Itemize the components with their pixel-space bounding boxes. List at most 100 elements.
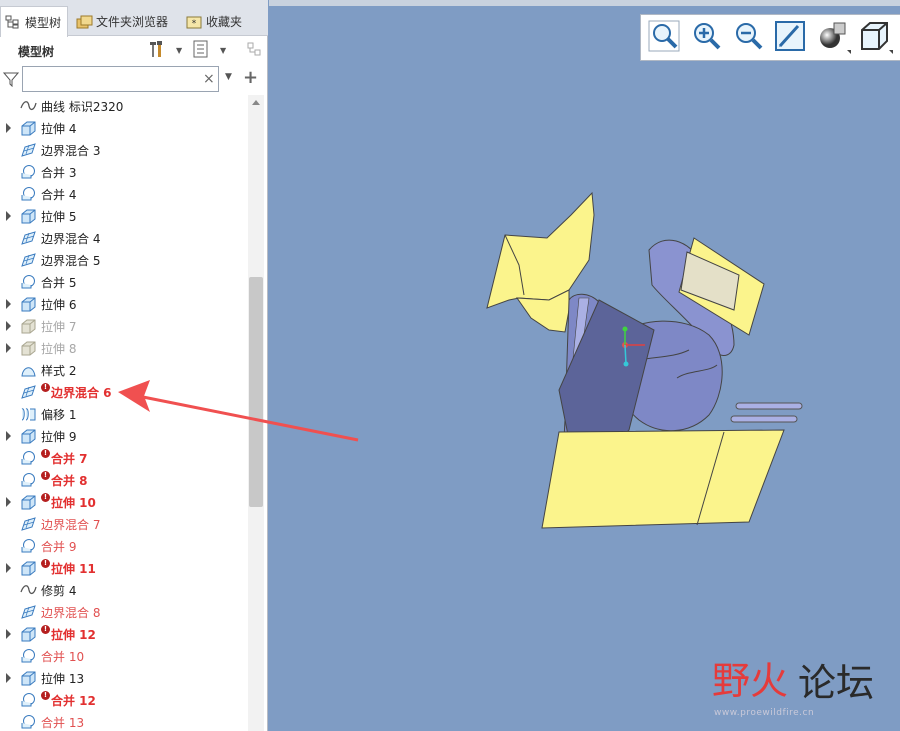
error-icon: ! <box>41 625 50 634</box>
tab-model-tree[interactable]: 模型树 <box>0 6 69 37</box>
expand-arrow-icon[interactable] <box>6 211 11 221</box>
tree-item[interactable]: 边界混合 4 <box>0 227 247 249</box>
boundary-blend-icon <box>20 516 37 532</box>
tree-item-label: 边界混合 4 <box>41 232 101 246</box>
add-icon[interactable]: + <box>243 67 258 88</box>
scroll-up-icon[interactable] <box>252 100 260 105</box>
tree-filter-icon <box>246 40 262 61</box>
chevron-down-icon[interactable]: ▼ <box>225 72 232 82</box>
tree-filter-button[interactable] <box>246 40 262 60</box>
tree-item[interactable]: 偏移 1 <box>0 403 247 425</box>
tree-item[interactable]: ! 拉伸 12 <box>0 623 247 645</box>
tree-item-label: 合并 10 <box>41 650 85 664</box>
chevron-down-icon[interactable] <box>847 49 851 54</box>
extrude-icon <box>20 208 37 224</box>
sketch-view-button[interactable] <box>771 20 809 56</box>
zoom-fit-icon <box>648 20 680 55</box>
merge-icon <box>20 648 37 664</box>
tree-item[interactable]: 曲线 标识2320 <box>0 95 247 117</box>
scroll-thumb[interactable] <box>249 277 263 507</box>
tree-item-label: 拉伸 8 <box>41 342 77 356</box>
tree-item[interactable]: 修剪 4 <box>0 579 247 601</box>
expand-arrow-icon[interactable] <box>6 497 11 507</box>
zoom-out-button[interactable] <box>729 20 767 56</box>
tree-item[interactable]: 合并 10 <box>0 645 247 667</box>
tree-item[interactable]: 拉伸 5 <box>0 205 247 227</box>
panel-tab-bar: 模型树 文件夹浏览器 * 收藏夹 <box>0 0 268 37</box>
tree-item-label: 样式 2 <box>41 364 77 378</box>
tree-item[interactable]: 边界混合 8 <box>0 601 247 623</box>
tree-item-label: 偏移 1 <box>41 408 77 422</box>
error-icon: ! <box>41 691 50 700</box>
error-icon: ! <box>41 559 50 568</box>
tree-item[interactable]: ! 合并 12 <box>0 689 247 711</box>
tree-settings-button[interactable]: ▼ <box>148 40 182 60</box>
3d-model[interactable] <box>269 0 900 731</box>
zoom-in-button[interactable] <box>687 20 725 56</box>
tree-item[interactable]: ! 拉伸 10 <box>0 491 247 513</box>
zoom-fit-button[interactable] <box>645 20 683 56</box>
merge-icon <box>20 450 37 466</box>
tree-item[interactable]: 边界混合 3 <box>0 139 247 161</box>
watermark-url: www.proewildfire.cn <box>714 708 815 718</box>
merge-icon <box>20 274 37 290</box>
tree-item[interactable]: 合并 5 <box>0 271 247 293</box>
tree-item[interactable]: 边界混合 5 <box>0 249 247 271</box>
tree-item[interactable]: 拉伸 6 <box>0 293 247 315</box>
expand-arrow-icon[interactable] <box>6 343 11 353</box>
tree-item[interactable]: 合并 4 <box>0 183 247 205</box>
tree-item[interactable]: 合并 13 <box>0 711 247 731</box>
boundary-blend-icon <box>20 384 37 400</box>
expand-arrow-icon[interactable] <box>6 563 11 573</box>
tab-favorites[interactable]: * 收藏夹 <box>182 7 248 36</box>
saved-orientations-button[interactable] <box>855 20 893 56</box>
tree-show-button[interactable]: ▼ <box>192 40 226 60</box>
tree-item[interactable]: 合并 9 <box>0 535 247 557</box>
clear-icon[interactable]: × <box>203 71 215 87</box>
yellow-surface <box>486 191 595 309</box>
tree-item[interactable]: 合并 3 <box>0 161 247 183</box>
error-icon: ! <box>41 493 50 502</box>
folder-browser-icon <box>76 15 93 29</box>
view-toolbar <box>640 14 900 61</box>
tree-item[interactable]: 拉伸 13 <box>0 667 247 689</box>
tree-item[interactable]: 拉伸 8 <box>0 337 247 359</box>
tree-item-label: 修剪 4 <box>41 584 77 598</box>
tree-item[interactable]: 拉伸 9 <box>0 425 247 447</box>
expand-arrow-icon[interactable] <box>6 673 11 683</box>
filter-icon[interactable] <box>2 71 20 88</box>
display-style-button[interactable] <box>813 20 851 56</box>
tree-item[interactable]: 拉伸 7 <box>0 315 247 337</box>
tree-item-label: 边界混合 6 <box>51 386 112 400</box>
merge-icon <box>20 538 37 554</box>
tree-item[interactable]: 样式 2 <box>0 359 247 381</box>
tree-item[interactable]: ! 合并 8 <box>0 469 247 491</box>
tree-item[interactable]: ! 拉伸 11 <box>0 557 247 579</box>
expand-arrow-icon[interactable] <box>6 321 11 331</box>
display-style-icon <box>816 20 848 55</box>
tree-item[interactable]: 边界混合 7 <box>0 513 247 535</box>
tree-item[interactable]: 拉伸 4 <box>0 117 247 139</box>
style-icon <box>20 362 37 378</box>
tab-folder-browser[interactable]: 文件夹浏览器 <box>72 7 174 36</box>
expand-arrow-icon[interactable] <box>6 629 11 639</box>
expand-arrow-icon[interactable] <box>6 123 11 133</box>
graphics-viewport[interactable]: 野火 论坛 www.proewildfire.cn <box>269 0 900 731</box>
tree-item-label: 拉伸 5 <box>41 210 77 224</box>
merge-icon <box>20 186 37 202</box>
trim-icon <box>20 582 37 598</box>
tree-item-label: 边界混合 3 <box>41 144 101 158</box>
sketch-view-icon <box>774 20 806 55</box>
tree-item[interactable]: ! 合并 7 <box>0 447 247 469</box>
tree-scrollbar[interactable] <box>248 95 264 731</box>
chevron-down-icon[interactable] <box>889 49 893 54</box>
extrude-icon <box>20 560 37 576</box>
tree-item[interactable]: ! 边界混合 6 <box>0 381 247 403</box>
list-icon <box>192 40 210 61</box>
expand-arrow-icon[interactable] <box>6 299 11 309</box>
tree-item-label: 拉伸 11 <box>51 562 96 576</box>
search-input[interactable] <box>22 66 219 92</box>
boundary-blend-icon <box>20 142 37 158</box>
expand-arrow-icon[interactable] <box>6 431 11 441</box>
tree-item-label: 拉伸 13 <box>41 672 85 686</box>
